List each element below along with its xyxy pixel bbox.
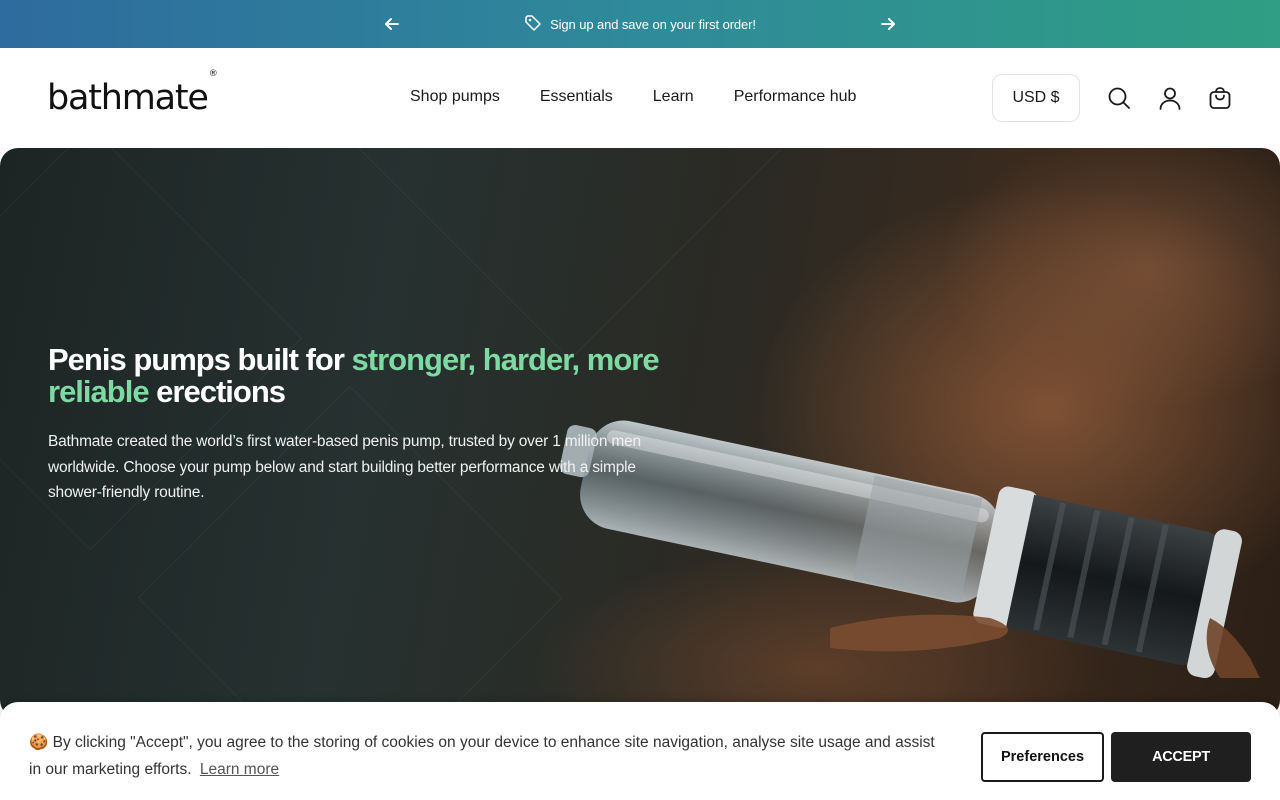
- announcement-bar: Sign up and save on your first order!: [0, 0, 1280, 48]
- accept-button[interactable]: ACCEPT: [1111, 732, 1251, 782]
- hero-title-part: erections: [148, 374, 286, 409]
- logo-registered-mark: ®: [208, 69, 218, 80]
- nav-item-essentials[interactable]: Essentials: [540, 88, 613, 106]
- cart-icon[interactable]: [1207, 85, 1233, 111]
- cookie-text: By clicking "Accept", you agree to the s…: [29, 734, 935, 778]
- announcement-text: Sign up and save on your first order!: [550, 16, 756, 32]
- announcement-message[interactable]: Sign up and save on your first order!: [524, 14, 756, 35]
- search-icon[interactable]: [1106, 85, 1132, 111]
- nav-item-shop-pumps[interactable]: Shop pumps: [410, 88, 500, 106]
- cookie-message: 🍪 By clicking "Accept", you agree to the…: [29, 729, 949, 783]
- learn-more-link[interactable]: Learn more: [200, 761, 279, 778]
- preferences-button[interactable]: Preferences: [981, 732, 1104, 782]
- site-header: bathmate® Shop pumps Essentials Learn Pe…: [0, 48, 1280, 148]
- nav-item-learn[interactable]: Learn: [653, 88, 694, 106]
- logo-text: bathmate: [47, 78, 209, 118]
- arrow-right-icon[interactable]: [876, 12, 900, 36]
- hero-description: Bathmate created the world’s first water…: [48, 433, 641, 501]
- arrow-left-icon[interactable]: [380, 12, 404, 36]
- main-nav: Shop pumps Essentials Learn Performance …: [410, 88, 856, 106]
- currency-selector[interactable]: USD $: [992, 74, 1080, 122]
- hero-banner: Penis pumps built for stronger, harder, …: [0, 148, 1280, 718]
- account-icon[interactable]: [1157, 85, 1183, 111]
- hero-title-part: Penis pumps built for: [48, 342, 352, 377]
- tag-icon: [524, 14, 542, 35]
- logo[interactable]: bathmate®: [47, 69, 218, 118]
- background-tile: [357, 148, 783, 361]
- nav-item-performance-hub[interactable]: Performance hub: [734, 88, 857, 106]
- cookie-icon: 🍪: [29, 734, 49, 751]
- cookie-banner: 🍪 By clicking "Accept", you agree to the…: [0, 702, 1280, 800]
- hero-title: Penis pumps built for stronger, harder, …: [48, 344, 668, 408]
